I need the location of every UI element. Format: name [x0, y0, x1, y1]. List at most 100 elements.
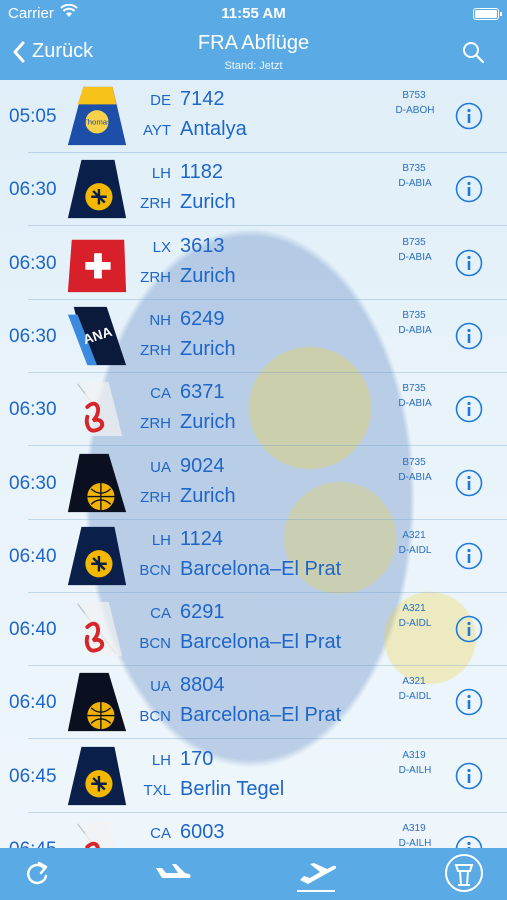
aircraft-registration: D-AILH [398, 838, 432, 848]
flight-row[interactable]: 06:30 LH 1182 ZRH Zurich B735 D-ABIA [0, 153, 507, 227]
departure-time: 05:05 [9, 106, 57, 127]
flight-number: 6249 [180, 307, 225, 330]
destination-name: Barcelona–El Prat [180, 557, 342, 580]
aircraft-type: A321 [402, 529, 426, 541]
flight-row[interactable]: 06:30 ANA NH 6249 ZRH Zurich B735 D-ABIA [0, 300, 507, 373]
flight-row[interactable]: 06:40 LH 1124 BCN Barcelona–El Prat A321… [0, 520, 507, 593]
flight-row[interactable]: 06:45 LH 170 TXL Berlin Tegel A319 D-AIL… [0, 740, 507, 813]
destination-name: Berlin Tegel [180, 777, 285, 800]
destination-code: BCN [139, 708, 171, 726]
info-icon[interactable] [455, 175, 483, 203]
status-bar: Carrier 11:55 AM [0, 0, 507, 28]
aircraft-type: A319 [402, 749, 426, 761]
aircraft-registration: D-AILH [398, 764, 432, 776]
departure-time: 06:30 [9, 179, 57, 201]
departure-time: 06:30 [9, 399, 57, 421]
aircraft-registration: D-ABIA [398, 178, 432, 190]
aircraft-type: A321 [402, 676, 426, 688]
destination-code: TXL [143, 781, 171, 799]
info-icon[interactable] [455, 249, 483, 277]
info-icon[interactable] [455, 469, 483, 497]
search-icon[interactable] [461, 40, 485, 64]
flight-number: 8804 [180, 674, 225, 697]
airline-code: UA [150, 678, 171, 696]
departure-time: 06:45 [9, 765, 57, 787]
airline-tail-logo [67, 526, 127, 585]
airline-code: CA [150, 825, 171, 842]
destination-code: BCN [139, 635, 171, 653]
airline-tail-logo [77, 601, 123, 657]
departure-time: 06:40 [9, 619, 57, 641]
airline-code: LX [152, 238, 171, 256]
destination-name: Zurich [180, 411, 236, 434]
airline-tail-logo [67, 160, 127, 219]
aircraft-registration: D-ABIA [398, 324, 432, 336]
airline-code: LH [151, 751, 171, 769]
airline-tail-logo: ANA [67, 306, 127, 366]
destination-code: ZRH [140, 341, 171, 359]
destination-name: Barcelona–El Prat [180, 704, 342, 727]
destination-name: Barcelona–El Prat [180, 631, 342, 654]
departures-list[interactable]: 05:05 Thomas DE 7142 AYT Antalya B753 D-… [0, 80, 507, 848]
flight-row[interactable]: 06:45 CA 6003 A319 D-AILH [0, 813, 507, 848]
aircraft-type: B735 [402, 383, 426, 395]
airline-code: NH [149, 311, 171, 329]
aircraft-type: A321 [402, 603, 426, 615]
aircraft-type: B735 [402, 236, 426, 248]
info-icon[interactable] [455, 835, 483, 848]
aircraft-type: A319 [402, 823, 426, 834]
page-subtitle: Stand: Jetzt [224, 60, 283, 72]
arrival-plane-icon[interactable] [152, 856, 192, 892]
info-icon[interactable] [455, 395, 483, 423]
tower-icon[interactable] [444, 853, 484, 893]
flight-row[interactable]: 06:40 CA 6291 BCN Barcelona–El Prat A321… [0, 593, 507, 667]
departure-time: 06:40 [9, 545, 57, 567]
info-icon[interactable] [455, 688, 483, 716]
flight-number: 6371 [180, 381, 225, 404]
airline-code: UA [150, 458, 171, 476]
departure-time: 06:40 [9, 692, 57, 714]
departure-time: 06:45 [9, 839, 57, 848]
navigation-bar: Zurück FRA Abflüge Stand: Jetzt [0, 28, 507, 80]
destination-name: Zurich [180, 337, 236, 360]
flight-number: 1182 [180, 161, 224, 184]
aircraft-registration: D-ABIA [398, 251, 432, 263]
flight-row[interactable]: 06:30 UA 9024 ZRH Zurich B735 D-ABIA [0, 447, 507, 520]
flight-number: 7142 [180, 88, 225, 110]
info-icon[interactable] [455, 322, 483, 350]
flight-number: 9024 [180, 454, 225, 477]
page-title: FRA Abflüge [197, 32, 310, 54]
refresh-icon[interactable] [22, 856, 52, 892]
airline-tail-logo [77, 382, 123, 437]
info-icon[interactable] [455, 762, 483, 790]
destination-name: Antalya [180, 118, 247, 140]
flight-number: 3613 [180, 234, 225, 257]
destination-code: ZRH [140, 268, 171, 286]
flight-number: 1124 [180, 527, 224, 550]
flight-row[interactable]: 06:30 LX 3613 ZRH Zurich B735 D-ABIA [0, 227, 507, 300]
aircraft-type: B735 [402, 163, 426, 175]
destination-code: ZRH [140, 415, 171, 433]
aircraft-registration: D-AIDL [398, 691, 432, 703]
departure-plane-icon[interactable] [296, 856, 338, 892]
flight-row[interactable]: 06:30 CA 6371 ZRH Zurich B735 D-ABIA [0, 373, 507, 447]
destination-code: AYT [142, 122, 171, 139]
info-icon[interactable] [455, 102, 483, 130]
destination-name: Zurich [180, 191, 236, 214]
airline-tail-logo [67, 746, 127, 805]
departure-time: 06:30 [9, 472, 57, 494]
flight-row[interactable]: 05:05 Thomas DE 7142 AYT Antalya B753 D-… [0, 80, 507, 153]
tab-bar [0, 848, 507, 900]
destination-name: Zurich [180, 484, 236, 507]
aircraft-registration: D-ABIA [398, 398, 432, 410]
airline-code: DE [150, 92, 171, 109]
airline-code: CA [150, 605, 171, 623]
flight-number: 6003 [180, 821, 225, 843]
airline-code: LH [151, 531, 171, 549]
destination-name: Zurich [180, 264, 236, 287]
info-icon[interactable] [455, 615, 483, 643]
info-icon[interactable] [455, 542, 483, 570]
departure-time: 06:30 [9, 325, 57, 347]
flight-row[interactable]: 06:40 UA 8804 BCN Barcelona–El Prat A321… [0, 666, 507, 740]
destination-code: ZRH [140, 195, 171, 213]
